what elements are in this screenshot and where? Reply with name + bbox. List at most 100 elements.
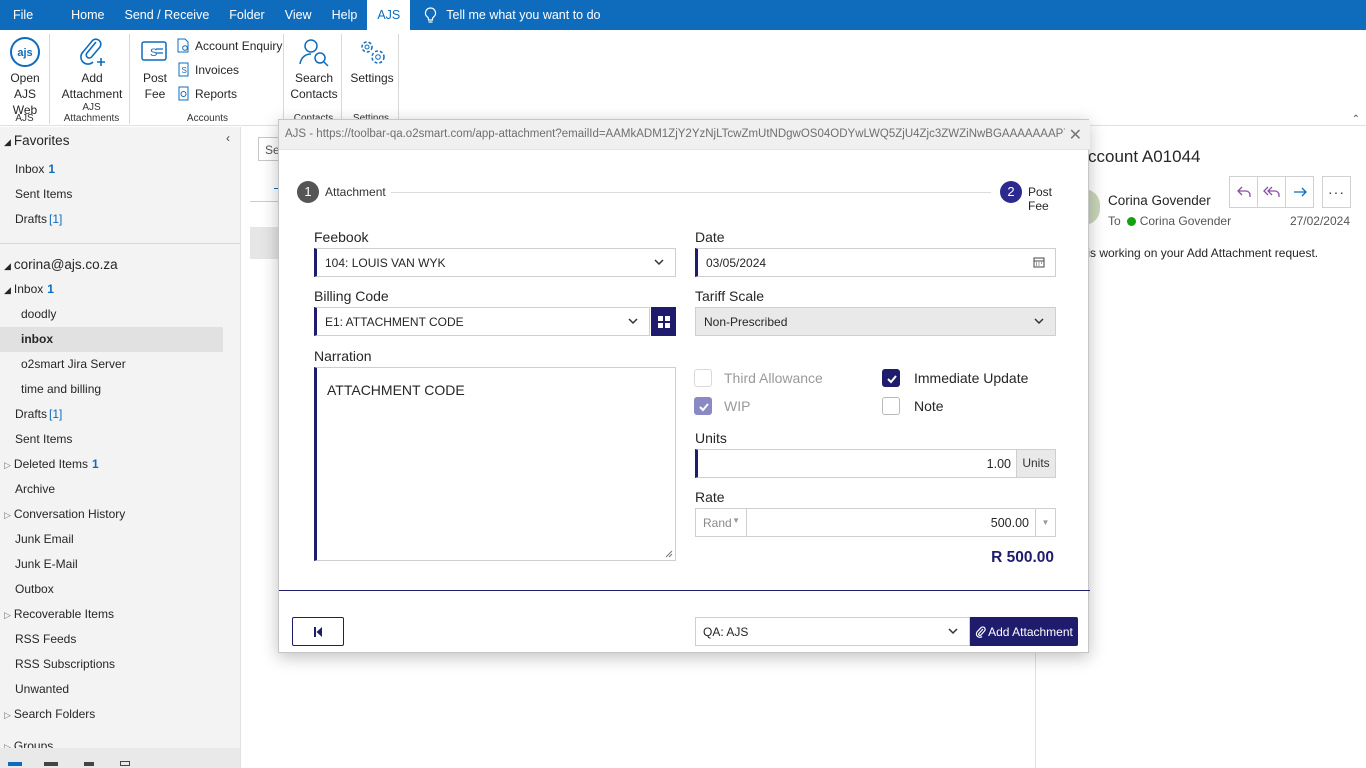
footer-divider: [279, 590, 1090, 591]
narration-textarea[interactable]: ATTACHMENT CODE: [314, 367, 676, 561]
third-allowance-checkbox[interactable]: [694, 369, 712, 387]
date-value: 03/05/2024: [706, 256, 767, 270]
folder-time-billing[interactable]: time and billing: [21, 382, 101, 396]
menu-view[interactable]: View: [275, 0, 322, 30]
menu-ajs[interactable]: AJS: [367, 0, 411, 30]
calendar-module-icon[interactable]: [44, 762, 58, 766]
search-contacts-button[interactable]: Search Contacts: [290, 36, 338, 102]
folder-jira[interactable]: o2smart Jira Server: [21, 357, 126, 371]
settings-button[interactable]: Settings: [347, 36, 397, 86]
menu-file[interactable]: File: [0, 0, 43, 30]
chevron-down-icon: [1034, 318, 1044, 325]
date-input[interactable]: 03/05/2024: [695, 248, 1056, 277]
tell-me-search[interactable]: Tell me what you want to do: [424, 6, 601, 24]
lightbulb-icon: [425, 6, 437, 23]
favorites-header[interactable]: ◢ Favorites: [4, 133, 69, 148]
svg-text:S: S: [182, 66, 187, 75]
billing-code-lookup-button[interactable]: [651, 307, 676, 336]
paperclip-add-icon: [80, 38, 105, 66]
immediate-update-label: Immediate Update: [914, 370, 1029, 386]
add-attachment-button[interactable]: Add Attachment: [970, 617, 1078, 646]
fav-drafts-count: [1]: [49, 212, 63, 226]
folder-recoverable[interactable]: ▷ Recoverable Items: [4, 607, 114, 621]
fav-inbox[interactable]: Inbox 1: [15, 162, 55, 176]
reply-button[interactable]: [1229, 176, 1258, 208]
selected-message-stub[interactable]: [250, 227, 280, 259]
rate-input[interactable]: Rand ▼ 500.00 ▼: [695, 508, 1056, 537]
add-attachment-ribbon-button[interactable]: Add Attachment: [60, 36, 124, 102]
folder-conversation[interactable]: ▷ Conversation History: [4, 507, 125, 521]
folder-doodly[interactable]: doodly: [21, 307, 56, 321]
nav-divider: [0, 243, 240, 244]
post-fee-button[interactable]: S Post Fee: [138, 36, 172, 102]
collapse-pane-icon[interactable]: ‹: [226, 131, 230, 145]
immediate-update-checkbox[interactable]: [882, 369, 900, 387]
drafts-count: [1]: [49, 407, 63, 421]
currency-select[interactable]: Rand ▼: [696, 509, 747, 536]
close-icon[interactable]: ✕: [1069, 125, 1082, 145]
calendar-icon[interactable]: [1033, 256, 1045, 268]
environment-select[interactable]: QA: AJS: [695, 617, 970, 646]
menu-home[interactable]: Home: [61, 0, 114, 30]
back-button[interactable]: [292, 617, 344, 646]
note-checkbox[interactable]: [882, 397, 900, 415]
step-1-number[interactable]: 1: [297, 181, 319, 203]
tariff-scale-select[interactable]: Non-Prescribed: [695, 307, 1056, 336]
menu-send-receive[interactable]: Send / Receive: [115, 0, 220, 30]
group-settings: Settings Settings: [344, 34, 399, 124]
fee-total: R 500.00: [991, 549, 1054, 566]
favorites-label: Favorites: [13, 133, 70, 148]
open-ajs-web-button[interactable]: ajs Open AJS Web: [2, 36, 48, 118]
collapse-ribbon-icon[interactable]: ⌃: [1352, 114, 1360, 125]
tasks-module-icon[interactable]: [120, 761, 130, 766]
folder-junk-email-2[interactable]: Junk E-Mail: [15, 557, 78, 571]
tariff-scale-label: Tariff Scale: [695, 288, 764, 304]
units-input[interactable]: 1.00 Units: [695, 449, 1056, 478]
folder-unwanted[interactable]: Unwanted: [15, 682, 69, 696]
menu-folder[interactable]: Folder: [219, 0, 274, 30]
feebook-select[interactable]: 104: LOUIS VAN WYK: [314, 248, 676, 277]
fav-drafts[interactable]: Drafts [1]: [15, 212, 62, 226]
rate-dropdown-icon[interactable]: ▼: [1035, 509, 1055, 536]
reply-all-button[interactable]: [1257, 176, 1286, 208]
presence-available-icon: [1126, 216, 1136, 226]
inbox-folder[interactable]: ◢ Inbox 1: [4, 282, 54, 296]
invoice-icon: S: [178, 62, 189, 77]
post-label-2: Fee: [144, 87, 166, 101]
reports-button[interactable]: Reports: [177, 86, 237, 101]
folder-archive[interactable]: Archive: [15, 482, 55, 496]
menu-help[interactable]: Help: [322, 0, 368, 30]
resize-handle-icon[interactable]: [665, 550, 673, 558]
wip-checkbox[interactable]: [694, 397, 712, 415]
folder-search-folders[interactable]: ▷ Search Folders: [4, 707, 95, 721]
account-header[interactable]: ◢ corina@ajs.co.za: [4, 257, 118, 272]
folder-junk-email[interactable]: Junk Email: [15, 532, 74, 546]
forward-button[interactable]: [1285, 176, 1314, 208]
folder-outbox[interactable]: Outbox: [15, 582, 54, 596]
grid-icon: [657, 315, 670, 328]
folder-drafts[interactable]: Drafts [1]: [15, 407, 62, 421]
account-enquiry-label: Account Enquiry: [195, 38, 283, 53]
step-2-number[interactable]: 2: [1000, 181, 1022, 203]
fav-sent-items[interactable]: Sent Items: [15, 187, 72, 201]
folder-inbox-sub[interactable]: inbox: [21, 332, 53, 346]
people-module-icon[interactable]: [84, 762, 94, 766]
folder-rss-subs[interactable]: RSS Subscriptions: [15, 657, 115, 671]
account-enquiry-button[interactable]: Account Enquiry: [177, 38, 282, 53]
recipient-name[interactable]: Corina Govender: [1140, 214, 1231, 228]
add-label-1: Add: [81, 71, 103, 85]
contact-search-icon: [299, 39, 329, 67]
mail-module-icon[interactable]: [8, 762, 22, 766]
billing-code-select[interactable]: E1: ATTACHMENT CODE: [314, 307, 650, 336]
message-body: s is working on your Add Attachment requ…: [1078, 246, 1319, 260]
chevron-down-icon: [948, 628, 958, 635]
folder-sent[interactable]: Sent Items: [15, 432, 72, 446]
folder-deleted[interactable]: ▷ Deleted Items 1: [4, 457, 99, 471]
post-fee-icon: S: [141, 41, 167, 61]
folder-rss-feeds[interactable]: RSS Feeds: [15, 632, 76, 646]
more-actions-button[interactable]: ···: [1322, 176, 1351, 208]
invoices-button[interactable]: S Invoices: [177, 62, 239, 77]
feebook-value: 104: LOUIS VAN WYK: [325, 256, 446, 270]
group-contacts: Search Contacts Contacts: [286, 34, 342, 124]
reports-label: Reports: [195, 86, 238, 101]
